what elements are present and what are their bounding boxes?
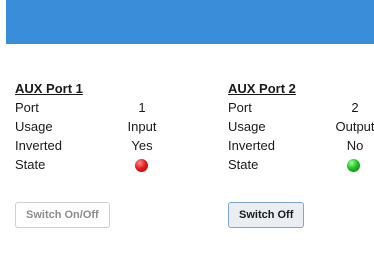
aux-port-2-panel: AUX Port 2 Port 2 Usage Output Inverted … xyxy=(228,80,374,228)
state-row: State xyxy=(15,155,165,174)
inverted-value: No xyxy=(346,138,364,153)
port-value: 1 xyxy=(138,100,146,115)
inverted-label: Inverted xyxy=(228,138,275,153)
inverted-row: Inverted Yes xyxy=(15,136,165,155)
usage-label: Usage xyxy=(228,119,266,134)
inverted-row: Inverted No xyxy=(228,136,374,155)
switch-off-button[interactable]: Switch Off xyxy=(228,202,305,228)
port-label: Port xyxy=(15,100,39,115)
green-led-indicator-icon xyxy=(347,159,360,172)
port-title: AUX Port 1 xyxy=(15,81,83,96)
switch-on-off-button[interactable]: Switch On/Off xyxy=(15,202,110,228)
state-label: State xyxy=(228,157,259,172)
aux-port-1-panel: AUX Port 1 Port 1 Usage Input Inverted Y… xyxy=(15,80,165,228)
usage-row: Usage Output xyxy=(228,117,374,136)
port-row: Port 1 xyxy=(15,98,165,117)
port-row: Port 2 xyxy=(228,98,374,117)
inverted-value: Yes xyxy=(131,138,153,153)
port-title: AUX Port 2 xyxy=(228,81,296,96)
usage-value: Input xyxy=(127,119,157,134)
usage-value: Output xyxy=(335,119,374,134)
usage-label: Usage xyxy=(15,119,53,134)
port-label: Port xyxy=(228,100,252,115)
red-led-indicator-icon xyxy=(135,159,148,172)
port-value: 2 xyxy=(351,100,359,115)
state-label: State xyxy=(15,157,46,172)
header-bar xyxy=(6,0,374,44)
state-row: State xyxy=(228,155,374,174)
usage-row: Usage Input xyxy=(15,117,165,136)
inverted-label: Inverted xyxy=(15,138,62,153)
